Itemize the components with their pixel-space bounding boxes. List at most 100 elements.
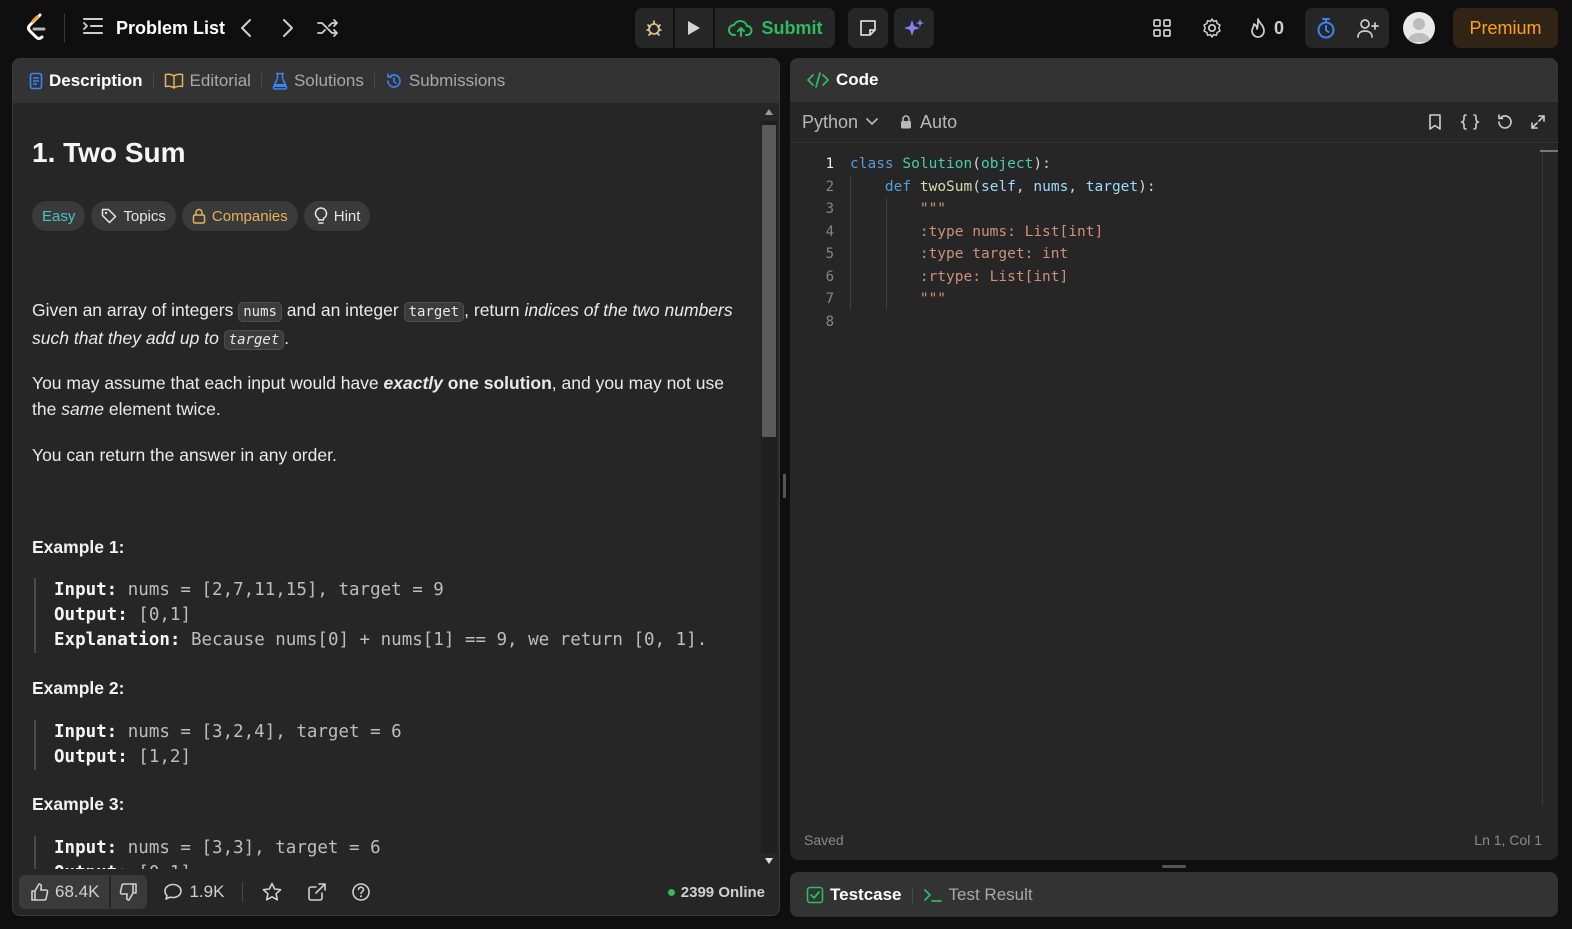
shuffle-button[interactable]: [316, 16, 340, 40]
tab-test-result-label: Test Result: [948, 884, 1033, 904]
timer-button[interactable]: [1305, 8, 1347, 48]
list-icon: [82, 17, 104, 40]
code-tabbar: Code: [790, 58, 1558, 102]
tab-description[interactable]: Description: [29, 71, 143, 91]
line-number: 1: [825, 156, 834, 172]
tab-testcase[interactable]: Testcase: [806, 885, 902, 905]
editor-scrollbar[interactable]: [1540, 150, 1558, 152]
code-token: ):: [1138, 178, 1156, 195]
help-button[interactable]: [351, 882, 371, 902]
inline-code: target: [403, 302, 465, 322]
dislike-button[interactable]: [111, 875, 148, 909]
code-line-4: :type nums: List[int]: [850, 221, 1156, 244]
problem-tags: Easy Topics Companies Hint: [32, 201, 371, 231]
ai-assistant-button[interactable]: [894, 8, 934, 48]
hint-chip[interactable]: Hint: [303, 201, 371, 231]
statement-text: [219, 328, 224, 348]
run-button[interactable]: [675, 8, 713, 48]
code-token: def: [884, 178, 912, 195]
note-icon: [860, 20, 876, 36]
external-link-icon: [308, 883, 327, 901]
submit-label: Submit: [761, 17, 823, 38]
flask-icon: [272, 72, 288, 90]
like-button[interactable]: 68.4K: [19, 875, 110, 909]
document-icon: [29, 72, 43, 90]
notes-button[interactable]: [848, 8, 888, 48]
code-token: object: [980, 156, 1034, 172]
expand-icon[interactable]: [1530, 114, 1546, 130]
vertical-resize-handle[interactable]: [783, 474, 786, 498]
problem-list-button[interactable]: Problem List: [82, 14, 225, 42]
example-explanation: Because nums[0] + nums[1] == 9, we retur…: [180, 630, 708, 650]
toolbar-divider: [790, 142, 1558, 143]
example-output: [1,2]: [127, 747, 191, 767]
code-line-6: :rtype: List[int]: [850, 266, 1156, 289]
language-label: Python: [802, 111, 859, 132]
problem-list-label: Problem List: [116, 17, 226, 38]
format-braces-icon[interactable]: [1460, 113, 1480, 131]
console-tabs: Testcase Test Result: [790, 872, 1558, 917]
run-controls: Submit: [635, 8, 835, 48]
language-select[interactable]: Python: [802, 112, 878, 133]
statement-emphasis: exactly: [383, 373, 443, 393]
tab-editorial[interactable]: Editorial: [164, 71, 251, 91]
autocomplete-toggle[interactable]: Auto: [900, 112, 957, 133]
online-dot: [667, 888, 675, 896]
layout-button[interactable]: [1150, 16, 1174, 40]
share-button[interactable]: [307, 882, 327, 902]
horizontal-resize-handle[interactable]: [1162, 865, 1186, 868]
next-problem-button[interactable]: [276, 16, 300, 40]
invite-button[interactable]: [1347, 8, 1389, 48]
settings-button[interactable]: [1200, 16, 1224, 40]
tab-code[interactable]: Code: [806, 70, 879, 90]
example-output: [0,1]: [127, 605, 191, 625]
debug-button[interactable]: [635, 8, 673, 48]
statement-text: .: [284, 328, 290, 348]
add-user-icon: [1357, 19, 1379, 38]
avatar[interactable]: [1403, 12, 1435, 44]
code-token: (: [972, 178, 981, 195]
code-editor[interactable]: class Solution(object): def twoSum(self,…: [850, 153, 1156, 333]
tab-submissions[interactable]: Submissions: [385, 71, 505, 91]
premium-button[interactable]: Premium: [1453, 8, 1558, 48]
streak-counter[interactable]: 0: [1248, 14, 1284, 42]
bookmark-icon[interactable]: [1426, 113, 1444, 131]
comments-button[interactable]: 1.9K: [163, 882, 224, 902]
tab-solutions[interactable]: Solutions: [272, 71, 364, 91]
example-label: Explanation:: [54, 630, 181, 650]
thumbs-up-icon: [31, 883, 49, 901]
tab-test-result[interactable]: Test Result: [923, 885, 1033, 905]
line-number: 6: [825, 268, 834, 285]
question-circle-icon: [352, 883, 371, 901]
code-token: ,: [1068, 178, 1086, 195]
timer-invite-group: [1305, 8, 1389, 48]
problem-title: 1. Two Sum: [32, 137, 186, 168]
problem-note: You can return the answer in any order.: [32, 445, 337, 465]
example-3-title: Example 3:: [32, 794, 125, 814]
star-icon: [263, 882, 282, 901]
autocomplete-label: Auto: [920, 111, 958, 132]
difficulty-label: Easy: [42, 207, 76, 225]
editor-vertical-ruler: [1542, 146, 1543, 806]
gear-icon: [1203, 18, 1221, 38]
submit-button[interactable]: Submit: [715, 8, 835, 48]
scrollbar-thumb[interactable]: [762, 125, 776, 437]
lock-icon: [192, 208, 206, 224]
favorite-button[interactable]: [261, 881, 283, 903]
tag-icon: [102, 208, 117, 224]
leetcode-logo[interactable]: [24, 12, 54, 42]
reset-icon[interactable]: [1496, 113, 1514, 131]
sparkle-icon: [904, 19, 924, 36]
description-scrollbar[interactable]: [759, 103, 779, 871]
code-token: (: [972, 156, 981, 172]
code-token: twoSum: [919, 178, 973, 195]
topics-chip[interactable]: Topics: [91, 201, 176, 231]
tab-divider: [373, 73, 375, 89]
prev-problem-button[interactable]: [234, 16, 258, 40]
chevron-right-icon: [283, 19, 293, 37]
example-label: Input:: [54, 580, 118, 600]
stopwatch-icon: [1317, 18, 1335, 39]
streak-count: 0: [1274, 17, 1285, 38]
tab-divider: [152, 73, 154, 89]
companies-chip[interactable]: Companies: [181, 201, 298, 231]
